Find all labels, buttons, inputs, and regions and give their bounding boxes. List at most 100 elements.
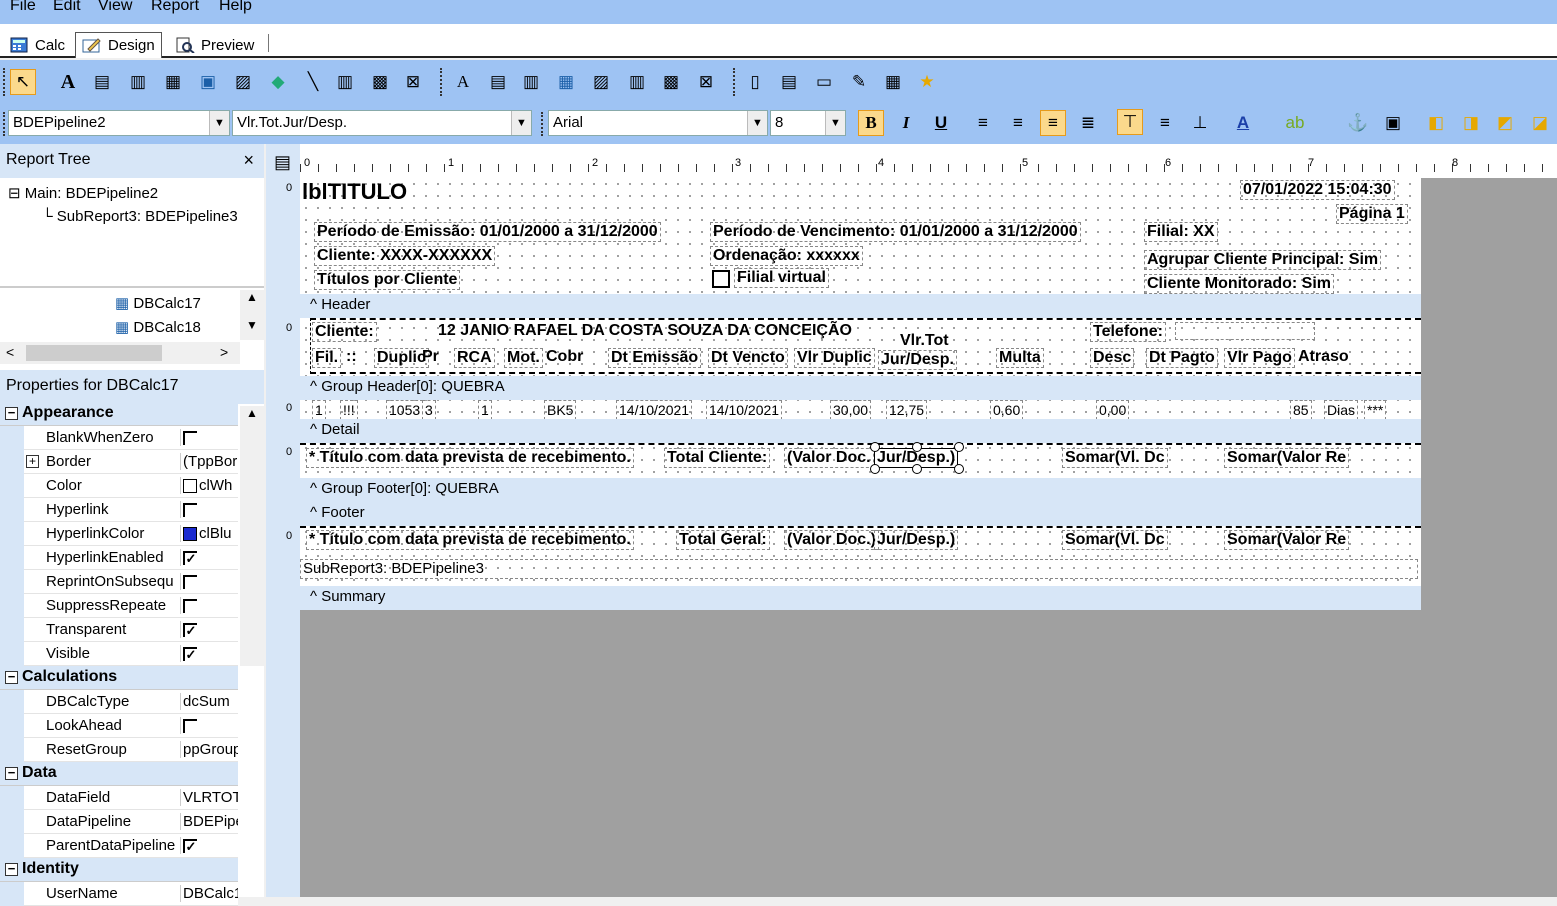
gh-column-header[interactable]: Vlr Pago (1224, 348, 1295, 368)
property-row[interactable]: ReprintOnSubsequ (0, 570, 238, 594)
detail-field[interactable]: *** (1364, 400, 1387, 420)
property-row[interactable]: DataField VLRTOT (0, 786, 238, 810)
align-left-icon[interactable]: ≡ (970, 110, 996, 136)
band-summary[interactable]: ^ Summary (300, 586, 1421, 610)
subreport-icon[interactable]: ▤ (776, 69, 802, 95)
property-value[interactable]: dcSum (183, 693, 230, 710)
gf-somar2[interactable]: Somar(Valor Re (1224, 448, 1350, 468)
selection-handle[interactable] (870, 464, 880, 474)
send-back-icon[interactable]: ◨ (1458, 110, 1484, 136)
gh-column-header[interactable]: Mot. (504, 348, 543, 368)
property-row[interactable]: Hyperlink (0, 498, 238, 522)
detail-field[interactable]: !!! (340, 400, 358, 420)
property-row[interactable]: LookAhead (0, 714, 238, 738)
gh-column-header[interactable]: Dt Pagto (1146, 348, 1218, 368)
highlight-color-icon[interactable]: ab (1282, 110, 1308, 136)
gh-jur-desp[interactable]: Jur/Desp. (878, 350, 957, 370)
splitter[interactable] (0, 286, 264, 288)
bring-forward-icon[interactable]: ◩ (1492, 110, 1518, 136)
menu-edit[interactable]: Edit (53, 0, 81, 15)
datetime-label[interactable]: 07/01/2022 15:04:30 (1240, 180, 1395, 200)
property-category[interactable]: − Calculations (0, 666, 238, 690)
property-value[interactable]: ppGroup (183, 741, 238, 758)
dbmemo-icon[interactable]: ▤ (485, 69, 511, 95)
detail-field[interactable]: 14/10/2021 (706, 400, 783, 420)
gh-column-header[interactable]: Cobr (544, 348, 585, 366)
collapse-icon[interactable]: − (5, 766, 18, 780)
gh-column-header[interactable]: Vlr Duplic (794, 348, 875, 368)
menu-report[interactable]: Report (151, 0, 199, 15)
detail-field[interactable]: 1053 (386, 400, 424, 420)
periodo-emissao-label[interactable]: Período de Emissão: 01/01/2000 a 31/12/2… (314, 222, 661, 242)
gh-column-header[interactable]: Atraso (1296, 348, 1351, 366)
selection-handle[interactable] (912, 442, 922, 452)
detail-field[interactable]: 14/10/2021 (616, 400, 693, 420)
property-row[interactable]: SuppressRepeate (0, 594, 238, 618)
detail-field[interactable]: 3 (422, 400, 436, 420)
band-group-header[interactable]: ^ Group Header[0]: QUEBRA (300, 376, 1421, 400)
detail-field[interactable]: BK5 (544, 400, 577, 420)
close-icon[interactable]: × (243, 150, 254, 171)
property-value[interactable]: BDEPipe (183, 813, 238, 830)
selection-handle[interactable] (870, 442, 880, 452)
checkbox-unchecked-icon[interactable] (183, 575, 197, 590)
property-row[interactable]: DataPipeline BDEPipe (0, 810, 238, 834)
image-icon[interactable]: ▨ (230, 69, 256, 95)
toolbar-grip[interactable] (3, 112, 6, 136)
checkbox-checked-icon[interactable]: ✓ (183, 623, 197, 638)
dbcalc-icon[interactable]: ▦ (553, 69, 579, 95)
properties-scrollbar[interactable]: ▲ (240, 406, 264, 666)
property-value[interactable]: clWh (199, 477, 232, 494)
property-value[interactable]: VLRTOT (183, 789, 238, 806)
dbcheckbox-icon[interactable]: ⊠ (693, 69, 719, 95)
db2dbarcode-icon[interactable]: ▩ (658, 69, 684, 95)
paintbrush-icon[interactable]: ✎ (846, 69, 872, 95)
menu-view[interactable]: View (98, 0, 132, 15)
tab-preview[interactable]: Preview (168, 32, 261, 58)
band-group-footer[interactable]: ^ Group Footer[0]: QUEBRA (300, 478, 1421, 502)
tab-design[interactable]: Design (75, 32, 162, 58)
line-icon[interactable]: ╲ (300, 69, 326, 95)
footer-valor[interactable]: (Valor Doc.) (784, 530, 879, 550)
checkbox-checked-icon[interactable]: ✓ (183, 551, 197, 566)
border-icon[interactable]: ▣ (1380, 110, 1406, 136)
property-row[interactable]: HyperlinkColor clBlu (0, 522, 238, 546)
italic-icon[interactable]: I (893, 110, 919, 136)
detail-field[interactable]: 85 (1290, 400, 1312, 420)
font-color-icon[interactable]: A (1230, 110, 1256, 136)
footer-jur[interactable]: Jur/Desp.) (874, 530, 959, 550)
collapse-icon[interactable]: − (5, 406, 18, 420)
filial-virtual-checkbox[interactable] (712, 270, 730, 288)
title-label[interactable]: lblTITULO (300, 180, 409, 204)
font-size-select[interactable]: 8 ▼ (770, 110, 846, 136)
anchor-icon[interactable]: ⚓ (1345, 110, 1371, 136)
periodo-vencimento-label[interactable]: Período de Vencimento: 01/01/2000 a 31/1… (710, 222, 1081, 242)
menu-file[interactable]: File (10, 0, 36, 15)
dbrichtext-icon[interactable]: ▥ (518, 69, 544, 95)
property-row[interactable]: Transparent ✓ (0, 618, 238, 642)
gh-telefone-field[interactable] (1175, 322, 1315, 340)
property-row[interactable]: BlankWhenZero (0, 426, 238, 450)
gh-cliente-nome[interactable]: 12 JANIO RAFAEL DA COSTA SOUZA DA CONCEI… (436, 322, 854, 340)
ruler-toggle-icon[interactable]: ▤ (274, 152, 291, 173)
property-category[interactable]: − Appearance (0, 402, 238, 426)
filial-label[interactable]: Filial: XX (1144, 222, 1218, 242)
chevron-right-icon[interactable]: > (220, 344, 228, 360)
detail-field[interactable]: Dias (1324, 400, 1359, 420)
tree-component[interactable]: ▦ DBCalc18 (115, 318, 201, 336)
band-footer[interactable]: ^ Footer (300, 502, 1421, 526)
property-value[interactable]: clBlu (199, 525, 232, 542)
selection-handle[interactable] (954, 442, 964, 452)
property-row[interactable]: ResetGroup ppGroup (0, 738, 238, 762)
gh-column-header[interactable]: Pr (420, 348, 441, 366)
dblabel-icon[interactable]: A (450, 69, 476, 95)
property-value[interactable]: (TppBor (183, 453, 237, 470)
tree-node-subreport[interactable]: └ SubReport3: BDEPipeline3 (42, 208, 238, 225)
checkbox-unchecked-icon[interactable] (183, 599, 197, 614)
field-select[interactable]: Vlr.Tot.Jur/Desp. ▼ (232, 110, 532, 136)
checkbox-unchecked-icon[interactable] (183, 719, 197, 734)
collapse-icon[interactable]: − (5, 670, 18, 684)
property-row[interactable]: Visible ✓ (0, 642, 238, 666)
align-center-icon[interactable]: ≡ (1005, 110, 1031, 136)
gh-column-header[interactable]: Dt Emissão (608, 348, 702, 368)
